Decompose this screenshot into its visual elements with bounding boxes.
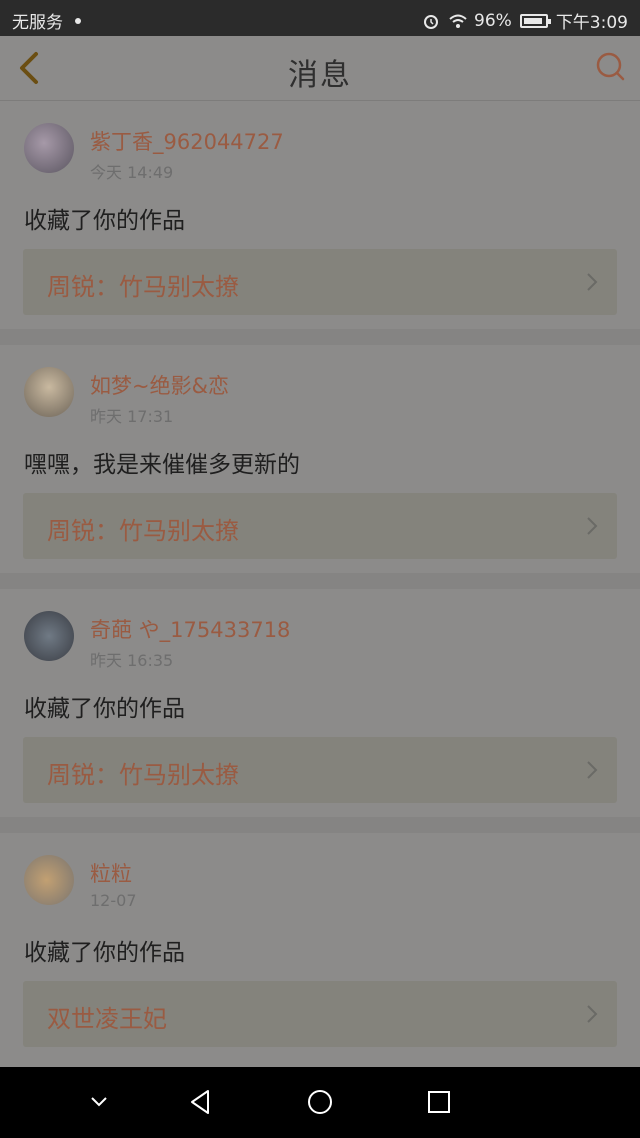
search-icon [596,52,625,81]
message-card: 奇葩 や_175433718 昨天 16:35 收藏了你的作品 周锐：竹马别太撩 [0,589,640,817]
status-bar: 无服务 96% 下午3:09 [0,0,640,36]
hide-nav-button[interactable] [84,1087,114,1117]
square-recents-icon [428,1091,450,1113]
message-text: 收藏了你的作品 [24,696,185,722]
divider [0,329,640,345]
message-text: 收藏了你的作品 [24,940,185,966]
battery-percent: 96% [474,10,512,31]
message-card: 紫丁香_962044727 今天 14:49 收藏了你的作品 周锐：竹马别太撩 [0,101,640,329]
page-title: 消息 [288,58,352,93]
book-title: 周锐：竹马别太撩 [47,517,239,545]
carrier-text: 无服务 [12,13,63,33]
clock: 下午3:09 [555,13,628,33]
timestamp: 昨天 17:31 [90,407,174,426]
avatar[interactable] [24,611,74,661]
triangle-back-icon [191,1090,209,1114]
book-link[interactable]: 周锐：竹马别太撩 [23,737,617,803]
avatar[interactable] [24,367,74,417]
chevron-down-icon [91,1097,107,1107]
username[interactable]: 如梦~绝影&恋 [90,370,229,400]
alarm-icon [422,12,440,30]
recents-nav-button[interactable] [424,1087,454,1117]
circle-home-icon [308,1090,332,1114]
chevron-right-icon [587,517,598,535]
search-button[interactable] [594,50,628,84]
username[interactable]: 奇葩 や_175433718 [90,614,290,644]
message-card: 粒粒 12-07 收藏了你的作品 双世凌王妃 [0,833,640,1061]
chevron-right-icon [587,273,598,291]
avatar[interactable] [24,855,74,905]
book-title: 双世凌王妃 [47,1005,167,1033]
divider [0,817,640,833]
avatar[interactable] [24,123,74,173]
message-feed[interactable]: 紫丁香_962044727 今天 14:49 收藏了你的作品 周锐：竹马别太撩 … [0,101,640,1067]
divider [0,573,640,589]
book-link[interactable]: 周锐：竹马别太撩 [23,249,617,315]
timestamp: 昨天 16:35 [90,651,174,670]
chevron-right-icon [587,761,598,779]
timestamp: 12-07 [90,891,137,910]
book-link[interactable]: 双世凌王妃 [23,981,617,1047]
message-text: 嘿嘿，我是来催催多更新的 [24,452,300,478]
nav-header: 消息 [0,36,640,101]
notification-icon [69,12,87,30]
wifi-icon [448,12,467,30]
message-text: 收藏了你的作品 [24,208,185,234]
battery-icon [519,13,551,28]
system-navigation-bar [0,1067,640,1138]
message-card: 如梦~绝影&恋 昨天 17:31 嘿嘿，我是来催催多更新的 周锐：竹马别太撩 [0,345,640,573]
book-title: 周锐：竹马别太撩 [47,273,239,301]
book-link[interactable]: 周锐：竹马别太撩 [23,493,617,559]
username[interactable]: 粒粒 [90,858,132,888]
back-nav-button[interactable] [186,1087,216,1117]
username[interactable]: 紫丁香_962044727 [90,126,284,156]
home-nav-button[interactable] [305,1087,335,1117]
book-title: 周锐：竹马别太撩 [47,761,239,789]
timestamp: 今天 14:49 [90,163,174,182]
chevron-right-icon [587,1005,598,1023]
